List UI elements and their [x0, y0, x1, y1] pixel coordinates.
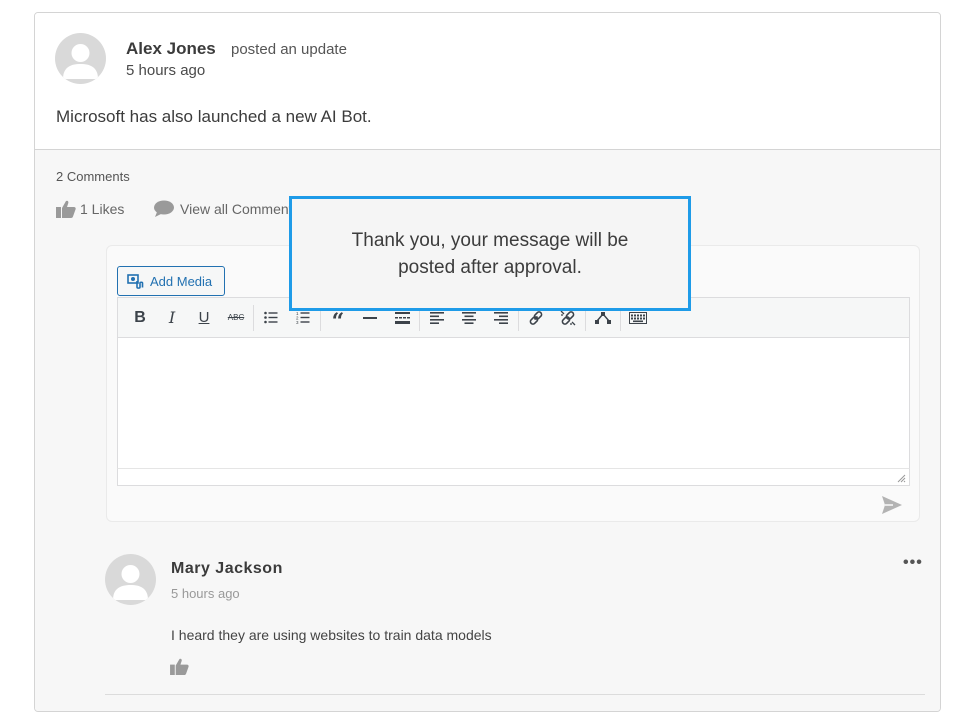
user-silhouette-icon [113, 565, 148, 600]
align-center-icon [462, 311, 476, 324]
comment-like-button[interactable] [170, 658, 189, 680]
toolbar-toggle-icon [595, 311, 611, 324]
align-right-icon [494, 311, 508, 324]
send-icon[interactable] [882, 496, 902, 514]
add-media-button[interactable]: Add Media [117, 266, 225, 296]
numbered-list-icon: 123 [296, 311, 310, 324]
comment-divider [105, 694, 925, 695]
read-more-icon [394, 311, 410, 324]
comment-text: I heard they are using websites to train… [171, 627, 492, 643]
toolbar-separator [253, 304, 254, 331]
editor-status-bar [117, 468, 910, 486]
comment-text-area[interactable] [117, 338, 910, 469]
author-action: posted an update [231, 41, 347, 58]
like-button[interactable]: 1 Likes [56, 200, 124, 218]
svg-text:3: 3 [296, 320, 299, 324]
add-media-label: Add Media [150, 273, 213, 289]
author-name[interactable]: Alex Jones [126, 39, 216, 59]
likes-label: 1 Likes [80, 201, 125, 217]
comment-time: 5 hours ago [171, 586, 240, 601]
post-time: 5 hours ago [126, 62, 206, 79]
view-all-comments-link[interactable]: View all Comments [154, 200, 300, 217]
bold-button[interactable]: B [124, 303, 156, 333]
keyboard-icon [629, 311, 647, 324]
horizontal-line-icon [363, 316, 377, 319]
author-avatar[interactable] [55, 33, 106, 84]
commenter-name[interactable]: Mary Jackson [171, 560, 283, 578]
add-media-icon [127, 273, 144, 289]
user-silhouette-icon [63, 44, 98, 79]
underline-button[interactable]: U [188, 303, 220, 333]
comment-more-options-button[interactable]: ••• [903, 554, 923, 572]
approval-notice-popup: Thank you, your message will be posted a… [289, 196, 691, 311]
align-left-icon [430, 311, 444, 324]
bulleted-list-button[interactable] [255, 303, 287, 333]
approval-message: Thank you, your message will be posted a… [351, 229, 629, 278]
italic-button[interactable]: I [156, 303, 188, 333]
post-header: Alex Jones posted an update 5 hours ago … [35, 13, 940, 149]
strikethrough-button[interactable]: ABC [220, 303, 252, 333]
commenter-avatar[interactable] [105, 554, 156, 605]
link-icon [529, 310, 543, 325]
activity-card: Alex Jones posted an update 5 hours ago … [34, 12, 941, 712]
speech-bubble-icon [154, 200, 174, 217]
bulleted-list-icon [264, 311, 278, 324]
thumbs-up-icon [170, 658, 189, 675]
view-all-label: View all Comments [180, 200, 300, 217]
unlink-icon [560, 310, 576, 325]
resize-handle-icon[interactable] [897, 474, 906, 483]
thumbs-up-icon [56, 200, 76, 218]
comments-count: 2 Comments [56, 169, 130, 184]
post-text: Microsoft has also launched a new AI Bot… [56, 107, 372, 126]
